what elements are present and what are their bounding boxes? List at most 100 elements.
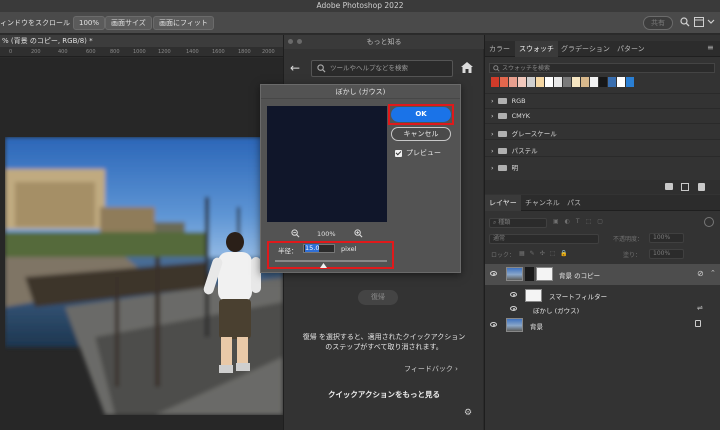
cancel-button[interactable]: キャンセル [391, 127, 451, 141]
tab-paths[interactable]: パス [563, 195, 585, 211]
layer-filter-icons[interactable]: ▣◐T⬚▢ [553, 218, 609, 228]
folder-label: パステル [511, 147, 538, 155]
reset-button[interactable]: 復帰 [358, 290, 398, 305]
chevron-right-icon: › [491, 97, 494, 105]
swatch-folder-light[interactable]: › 明 [491, 162, 518, 172]
fill-input[interactable]: 100% [649, 249, 684, 259]
eye-icon[interactable] [490, 322, 497, 327]
document-tab[interactable]: % (背景 のコピー, RGB/8) * [0, 35, 283, 47]
swatch-folder-grayscale[interactable]: › グレースケール [491, 128, 557, 138]
folder-icon [497, 148, 507, 154]
tab-patterns[interactable]: パターン [613, 41, 649, 57]
swatch-chip[interactable] [599, 77, 607, 87]
folder-icon [497, 165, 507, 171]
tab-channels[interactable]: チャンネル [521, 195, 564, 211]
eye-icon[interactable] [510, 292, 517, 297]
swatch-folder-pastel[interactable]: › パステル [491, 145, 538, 155]
zoom-100-button[interactable]: 100% [73, 16, 106, 30]
ruler-tick: 1400 [186, 49, 199, 55]
radius-input[interactable]: 15.0 [303, 244, 335, 253]
swatch-chip[interactable] [626, 77, 634, 87]
preview-zoom-row: 100% [267, 229, 387, 239]
workspace-icon[interactable] [694, 17, 704, 31]
layer-name[interactable]: 背景 のコピー [559, 270, 600, 280]
swatch-folder-rgb[interactable]: › RGB [491, 97, 526, 105]
panel-menu-icon[interactable]: ≡ [707, 43, 714, 52]
lock-icons[interactable]: ▦✎✣⬚🔒 [519, 250, 573, 260]
new-swatch-icon[interactable] [681, 183, 689, 191]
divider [485, 93, 720, 94]
chevron-down-icon[interactable] [707, 17, 715, 31]
zoom-in-icon[interactable] [354, 229, 363, 240]
swatch-chip[interactable] [491, 77, 499, 87]
filter-options-icon[interactable]: ⇌ [697, 304, 703, 312]
eye-icon[interactable] [490, 271, 497, 276]
swatch-chip[interactable] [509, 77, 517, 87]
tab-swatches[interactable]: スウォッチ [515, 41, 558, 57]
swatch-chip[interactable] [527, 77, 535, 87]
document-tab-title: % (背景 のコピー, RGB/8) * [2, 37, 93, 45]
chevron-right-icon: › [455, 365, 458, 373]
ruler-tick: 1800 [238, 49, 251, 55]
swatch-search-input[interactable]: スウォッチを検索 [489, 63, 715, 73]
feedback-link[interactable]: フィードバック › [404, 364, 458, 374]
panel-minimize-dot[interactable] [297, 39, 302, 44]
tab-layers[interactable]: レイヤー [485, 195, 521, 211]
blend-mode-select[interactable]: 通常 [489, 234, 599, 244]
swatch-chip[interactable] [572, 77, 580, 87]
filter-preview-pane[interactable] [267, 106, 387, 222]
swatch-folder-cmyk[interactable]: › CMYK [491, 112, 530, 120]
share-button[interactable]: 共有 [643, 16, 673, 30]
zoom-out-icon[interactable] [291, 229, 300, 240]
eye-icon[interactable] [510, 306, 517, 311]
radius-slider-thumb[interactable] [320, 262, 328, 270]
opacity-input[interactable]: 100% [649, 233, 684, 243]
document-photo[interactable] [5, 137, 283, 415]
swatch-chip[interactable] [518, 77, 526, 87]
new-folder-icon[interactable] [665, 183, 673, 190]
fit-screen-button[interactable]: 画面にフィット [153, 16, 214, 30]
discover-search-input[interactable]: ツールやヘルプなどを検索 [311, 60, 453, 77]
trash-icon[interactable] [698, 183, 705, 191]
swatch-chip[interactable] [581, 77, 589, 87]
screen-size-button[interactable]: 画面サイズ [105, 16, 152, 30]
layer-row-bg-copy[interactable]: 背景 のコピー ⊘ ⌃ [485, 264, 720, 285]
more-quick-actions-link[interactable]: クイックアクションをもっと見る [284, 389, 484, 400]
tab-color[interactable]: カラー [485, 41, 514, 57]
search-icon[interactable] [680, 17, 690, 31]
layer-name[interactable]: 背景 [530, 321, 543, 331]
preview-checkbox[interactable]: プレビュー [395, 148, 441, 158]
chevron-down-icon[interactable]: ⌃ [710, 269, 716, 277]
tab-gradients[interactable]: グラデーション [557, 41, 614, 57]
swatches-tab-row: カラー スウォッチ グラデーション パターン ≡ [485, 41, 720, 57]
folder-icon [497, 131, 507, 137]
swatch-chip[interactable] [590, 77, 598, 87]
scroll-all-windows-label[interactable]: ィンドウをスクロール [0, 16, 70, 30]
horizontal-ruler: 0 200 400 600 800 1000 1200 1400 1600 18… [0, 47, 283, 57]
panel-close-dot[interactable] [288, 39, 293, 44]
radius-slider-track[interactable] [275, 260, 387, 262]
chevron-right-icon: › [491, 130, 494, 138]
back-arrow-icon[interactable]: ← [290, 62, 300, 74]
reset-description-line1: 復帰 を選択すると、適用されたクイックアクション [302, 333, 466, 341]
swatch-chip[interactable] [500, 77, 508, 87]
filter-toggle-icon[interactable] [704, 217, 714, 227]
home-icon[interactable] [461, 62, 473, 75]
layer-filter-kind-value: 種類 [498, 219, 511, 226]
swatch-chip[interactable] [563, 77, 571, 87]
ruler-tick: 600 [86, 49, 96, 55]
filter-mask-thumbnail[interactable] [536, 267, 553, 281]
swatch-chip[interactable] [554, 77, 562, 87]
layer-filter-kind-select[interactable]: ⌕ 種類 [489, 218, 547, 228]
swatch-chip[interactable] [545, 77, 553, 87]
swatch-chip[interactable] [608, 77, 616, 87]
checkbox-checked-icon[interactable] [395, 149, 402, 157]
gear-icon[interactable]: ⚙ [464, 408, 472, 418]
radius-unit: pixel [341, 245, 357, 253]
preview-zoom-level: 100% [317, 230, 336, 238]
layer-name[interactable]: ぼかし (ガウス) [533, 305, 579, 315]
layer-row-background[interactable]: 背景 [485, 315, 720, 336]
swatch-chip[interactable] [536, 77, 544, 87]
swatch-chip[interactable] [617, 77, 625, 87]
divider [485, 123, 720, 124]
